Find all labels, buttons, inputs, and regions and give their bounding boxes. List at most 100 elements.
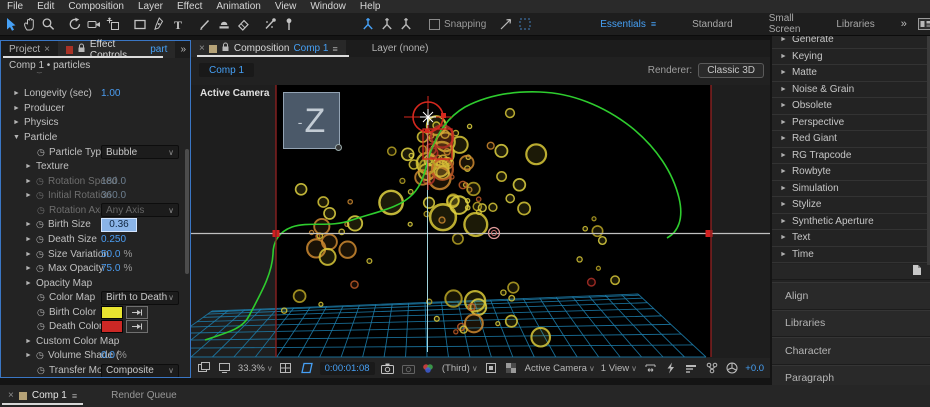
workspace-switcher-icon[interactable] [917, 15, 930, 33]
disclosure-icon[interactable]: ► [13, 90, 24, 97]
pixel-aspect-icon[interactable] [643, 359, 657, 377]
viewport-canvas[interactable] [191, 85, 770, 358]
always-preview-icon[interactable] [197, 359, 211, 377]
property-value[interactable]: 75.0 % [101, 263, 132, 274]
flowchart-icon[interactable] [704, 359, 718, 377]
region-of-interest-icon[interactable] [484, 359, 498, 377]
world-axis-tool[interactable] [377, 15, 396, 33]
dropdown-transfer-mode[interactable]: Composite ∨ [101, 363, 179, 377]
type-tool[interactable]: T [168, 15, 187, 33]
magnification-select[interactable]: 33.3% ∨ [238, 363, 273, 374]
dropdown-particle-type[interactable]: Bubble ∨ [101, 145, 179, 160]
disclosure-icon[interactable]: ► [780, 53, 787, 60]
channels-icon[interactable] [421, 359, 435, 377]
stopwatch-icon[interactable]: ◷ [37, 307, 49, 318]
dropdown-color-map[interactable]: Birth to Death ∨ [101, 290, 179, 305]
snapshot-icon[interactable] [381, 359, 395, 377]
tab-layer[interactable]: Layer (none) [364, 40, 437, 57]
disclosure-icon[interactable]: ► [780, 135, 787, 142]
puppet-pin-tool[interactable] [279, 15, 298, 33]
clone-stamp-tool[interactable] [214, 15, 233, 33]
fast-preview-icon[interactable] [663, 359, 677, 377]
scrollbar[interactable] [185, 149, 189, 274]
effect-category-perspective[interactable]: ► Perspective [772, 115, 930, 131]
show-snapshot-icon[interactable] [401, 359, 415, 377]
disclosure-icon[interactable]: ► [25, 163, 36, 170]
tab-timeline-comp1[interactable]: × Comp 1 ≡ [0, 385, 85, 405]
resolution-select[interactable]: (Third) ∨ [442, 363, 478, 374]
local-axis-tool[interactable] [358, 15, 377, 33]
disclosure-icon[interactable]: ► [780, 234, 787, 241]
effect-category-simulation[interactable]: ► Simulation [772, 181, 930, 197]
effect-category-red-giant[interactable]: ► Red Giant [772, 131, 930, 148]
disclosure-icon[interactable]: ► [780, 36, 787, 43]
property-value[interactable]: 0.250 [101, 234, 126, 245]
menu-animation[interactable]: Animation [209, 1, 267, 12]
stopwatch-icon[interactable]: ◷ [37, 321, 49, 332]
camera-tool[interactable] [84, 15, 103, 33]
rectangle-tool[interactable] [130, 15, 149, 33]
panel-header-libraries[interactable]: Libraries [772, 309, 930, 337]
menu-layer[interactable]: Layer [131, 1, 170, 12]
timecode[interactable]: 0:00:01:08 [319, 361, 375, 375]
effect-category-rowbyte[interactable]: ► Rowbyte [772, 164, 930, 181]
value-input-selected[interactable]: 0.36 [101, 217, 137, 232]
disclosure-icon[interactable]: ► [780, 185, 787, 192]
comp-breadcrumb-button[interactable]: Comp 1 [199, 63, 255, 77]
stopwatch-icon[interactable]: ◷ [37, 292, 49, 303]
menu-effect[interactable]: Effect [170, 1, 209, 12]
stopwatch-icon[interactable]: ◷ [37, 365, 49, 376]
hand-tool[interactable] [19, 15, 38, 33]
timeline-icon[interactable] [684, 359, 698, 377]
disclosure-icon[interactable]: ► [780, 201, 787, 208]
eraser-tool[interactable] [233, 15, 252, 33]
workspace-overflow-chevron[interactable]: » [901, 18, 907, 30]
disclosure-icon[interactable]: ► [780, 69, 787, 76]
disclosure-icon[interactable]: ► [780, 251, 787, 258]
color-picker-icon[interactable] [126, 320, 148, 334]
stopwatch-icon[interactable]: ◷ [36, 190, 48, 201]
color-swatch[interactable] [101, 305, 123, 319]
exposure-reset-icon[interactable] [725, 359, 739, 377]
effect-category-generate[interactable]: ► Generate [772, 35, 930, 49]
new-animation-preset-icon[interactable] [912, 263, 922, 281]
disclosure-icon[interactable]: ▼ [13, 134, 24, 141]
close-icon[interactable]: × [8, 390, 14, 401]
close-icon[interactable]: × [199, 43, 205, 54]
snapping-toggle[interactable]: Snapping [429, 18, 486, 30]
workspace-libraries[interactable]: Libraries [818, 19, 892, 30]
workspace-essentials[interactable]: Essentials ≡ [582, 19, 674, 30]
effect-category-matte[interactable]: ► Matte [772, 65, 930, 82]
disclosure-icon[interactable]: ► [25, 221, 36, 228]
stopwatch-icon[interactable]: ◷ [36, 263, 48, 274]
pen-tool[interactable] [149, 15, 168, 33]
property-value[interactable]: 180.0 [101, 176, 126, 187]
property-value[interactable]: 50.0 % [101, 249, 132, 260]
panel-header-align[interactable]: Align [772, 282, 930, 310]
property-value[interactable]: 360.0 [101, 190, 126, 201]
workspace-standard[interactable]: Standard [674, 19, 751, 30]
snapping-checkbox[interactable] [429, 18, 440, 30]
menu-help[interactable]: Help [353, 1, 388, 12]
effect-category-time[interactable]: ► Time [772, 247, 930, 263]
marquee-tool[interactable] [515, 15, 534, 33]
stopwatch-icon[interactable]: ◷ [36, 219, 48, 230]
panel-overflow-chevron[interactable]: » [175, 41, 190, 58]
view-layout-select[interactable]: 1 View ∨ [601, 363, 637, 374]
disclosure-icon[interactable]: ► [25, 192, 36, 199]
disclosure-icon[interactable]: ► [780, 152, 787, 159]
exposure-value[interactable]: +0.0 [745, 363, 764, 374]
effect-category-rg-trapcode[interactable]: ► RG Trapcode [772, 148, 930, 164]
property-value[interactable]: 0.0 % [101, 350, 127, 361]
effect-category-synthetic-aperture[interactable]: ► Synthetic Aperture [772, 214, 930, 230]
tab-render-queue[interactable]: Render Queue [103, 385, 185, 403]
stopwatch-icon[interactable]: ◷ [36, 249, 48, 260]
effect-category-stylize[interactable]: ► Stylize [772, 197, 930, 214]
disclosure-icon[interactable]: ► [25, 265, 36, 272]
transparency-grid-icon[interactable] [504, 359, 518, 377]
grid-guides-icon[interactable] [279, 359, 293, 377]
display-icon[interactable] [217, 359, 231, 377]
lock-icon[interactable] [221, 42, 230, 55]
workspace-menu-icon[interactable]: ≡ [651, 19, 656, 29]
disclosure-icon[interactable]: ► [25, 178, 36, 185]
